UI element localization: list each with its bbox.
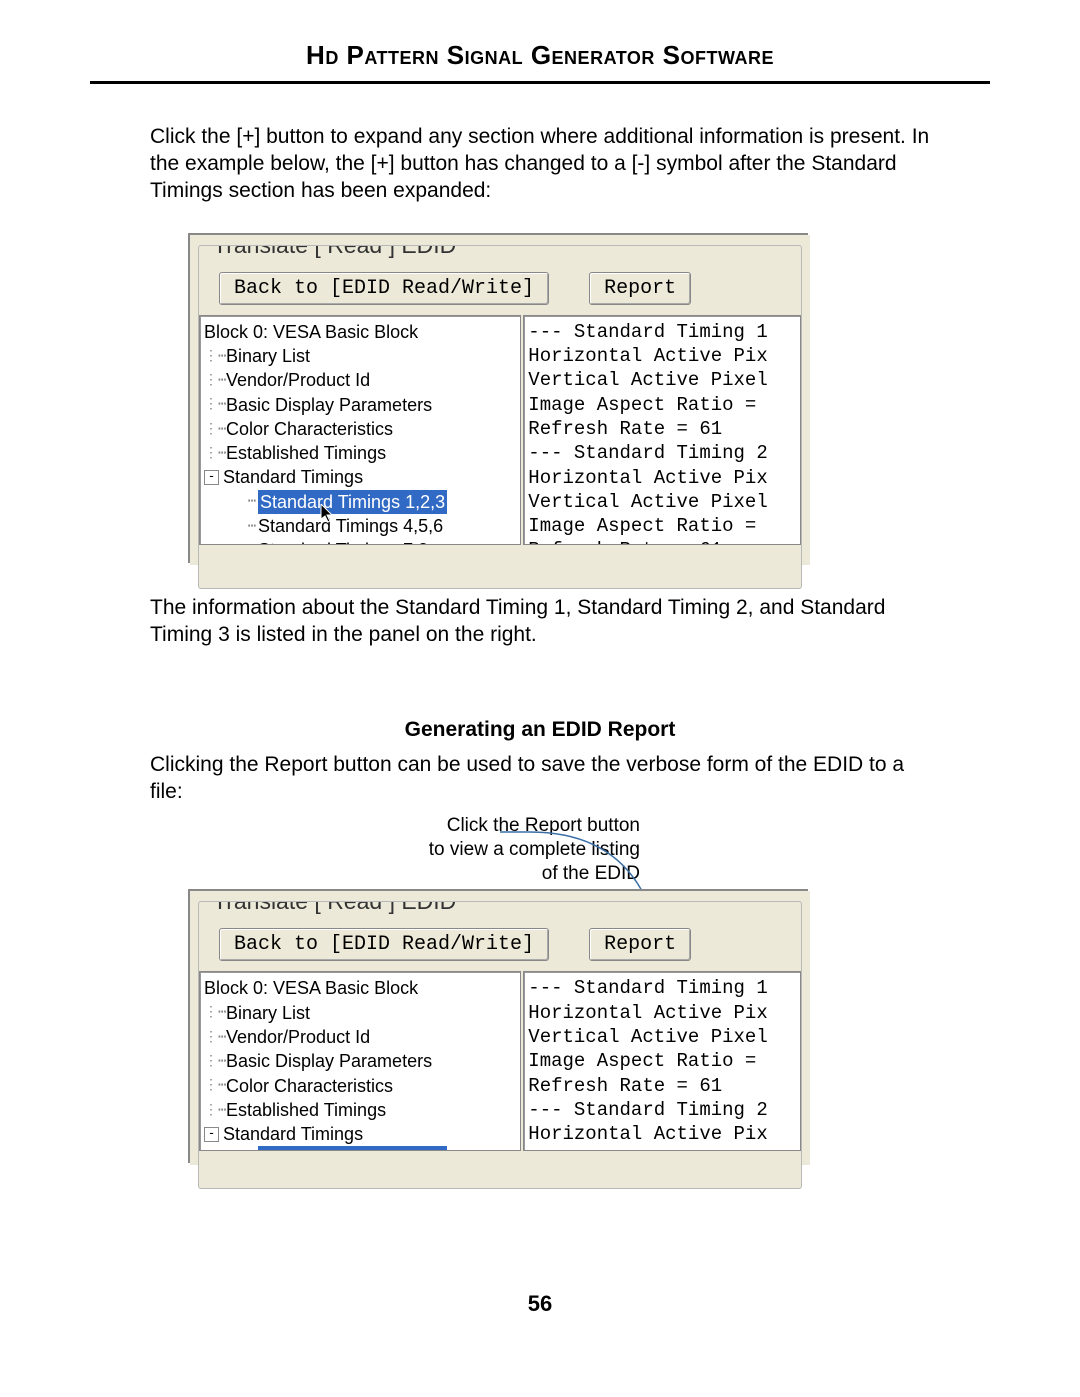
report-button[interactable]: Report [589, 272, 691, 305]
groupbox-title: Translate [ Read ] EDID [209, 901, 460, 915]
report-line: Horizontal Active Pix [528, 344, 796, 368]
screenshot-edid-translate-report: Translate [ Read ] EDID Back to [EDID Re… [190, 891, 810, 1165]
callout-text: Click the Report button to view a comple… [150, 814, 640, 885]
back-button[interactable]: Back to [EDID Read/Write] [219, 272, 549, 305]
tree-item-vendor-product[interactable]: ⋮⋯Vendor/Product Id [204, 1025, 520, 1049]
collapse-icon[interactable]: - [204, 470, 219, 485]
report-line: Refresh Rate = 61 [528, 417, 796, 441]
tree-item-basic-display[interactable]: ⋮⋯Basic Display Parameters [204, 393, 520, 417]
page-number: 56 [0, 1291, 1080, 1317]
report-line: Horizontal Active Pix [528, 1122, 796, 1146]
screenshot-edid-translate-expanded: Translate [ Read ] EDID Back to [EDID Re… [190, 235, 810, 565]
header-divider [90, 81, 990, 84]
tree-item-binary-list[interactable]: ⋮⋯Binary List [204, 1001, 520, 1025]
tree-item-color-char[interactable]: ⋮⋯Color Characteristics [204, 417, 520, 441]
tree-root[interactable]: Block 0: VESA Basic Block [204, 320, 520, 344]
tree-item-std-timings-123[interactable]: ⋯ Standard Timings 1,2,3 [204, 1146, 520, 1151]
report-line: Vertical Active Pixel [528, 1025, 796, 1049]
report-line: --- Standard Timing 2 [528, 441, 796, 465]
report-line: Image Aspect Ratio = [528, 514, 796, 538]
tree-item-standard-timings[interactable]: - Standard Timings [204, 465, 520, 489]
tree-item-established-timings[interactable]: ⋮⋯Established Timings [204, 441, 520, 465]
tree-item-standard-timings[interactable]: - Standard Timings [204, 1122, 520, 1146]
tree-item-std-timings-78[interactable]: ⋯Standard Timings 7,8 [204, 538, 520, 544]
mid-paragraph: The information about the Standard Timin… [150, 595, 940, 649]
tree-item-basic-display[interactable]: ⋮⋯Basic Display Parameters [204, 1049, 520, 1073]
tree-item-vendor-product[interactable]: ⋮⋯Vendor/Product Id [204, 368, 520, 392]
report-line: Image Aspect Ratio = [528, 393, 796, 417]
report-line: Image Aspect Ratio = [528, 1049, 796, 1073]
report-line: --- Standard Timing 1 [528, 320, 796, 344]
report-line: --- Standard Timing 1 [528, 976, 796, 1000]
groupbox-title: Translate [ Read ] EDID [209, 245, 460, 259]
report-line: --- Standard Timing 2 [528, 1098, 796, 1122]
tree-item-binary-list[interactable]: ⋮⋯Binary List [204, 344, 520, 368]
tree-item-established-timings[interactable]: ⋮⋯Established Timings [204, 1098, 520, 1122]
collapse-icon[interactable]: - [204, 1127, 219, 1142]
report-paragraph: Clicking the Report button can be used t… [150, 752, 940, 806]
report-button[interactable]: Report [589, 928, 691, 961]
intro-paragraph: Click the [+] button to expand any secti… [150, 124, 940, 205]
section-heading: Generating an EDID Report [0, 718, 1080, 742]
tree-item-std-timings-456[interactable]: ⋯Standard Timings 4,5,6 [204, 514, 520, 538]
report-line: Refresh Rate = 61 [528, 1074, 796, 1098]
tree-item-color-char[interactable]: ⋮⋯Color Characteristics [204, 1074, 520, 1098]
report-line: Vertical Active Pixel [528, 490, 796, 514]
tree-root[interactable]: Block 0: VESA Basic Block [204, 976, 520, 1000]
tree-item-std-timings-123[interactable]: ⋯ Standard Timings 1,2,3 [204, 490, 520, 514]
report-line: Vertical Active Pixel [528, 368, 796, 392]
report-line: Horizontal Active Pix [528, 1001, 796, 1025]
report-line: Horizontal Active Pix [528, 466, 796, 490]
page-title: Hd Pattern Signal Generator Software [0, 40, 1080, 71]
back-button[interactable]: Back to [EDID Read/Write] [219, 928, 549, 961]
report-line: Refresh Rate = 61 [528, 538, 796, 544]
